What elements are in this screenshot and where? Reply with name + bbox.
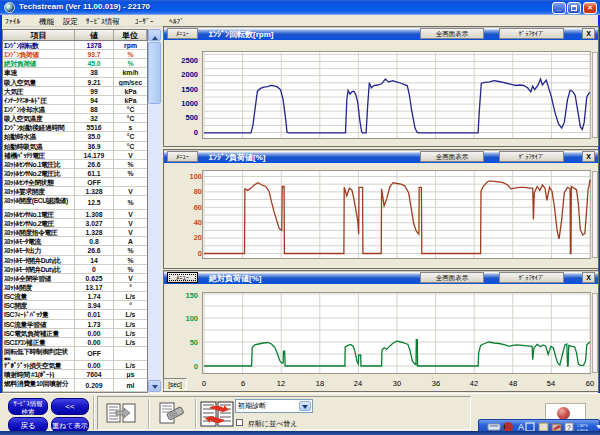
svg-text:?: ? [567, 424, 571, 431]
